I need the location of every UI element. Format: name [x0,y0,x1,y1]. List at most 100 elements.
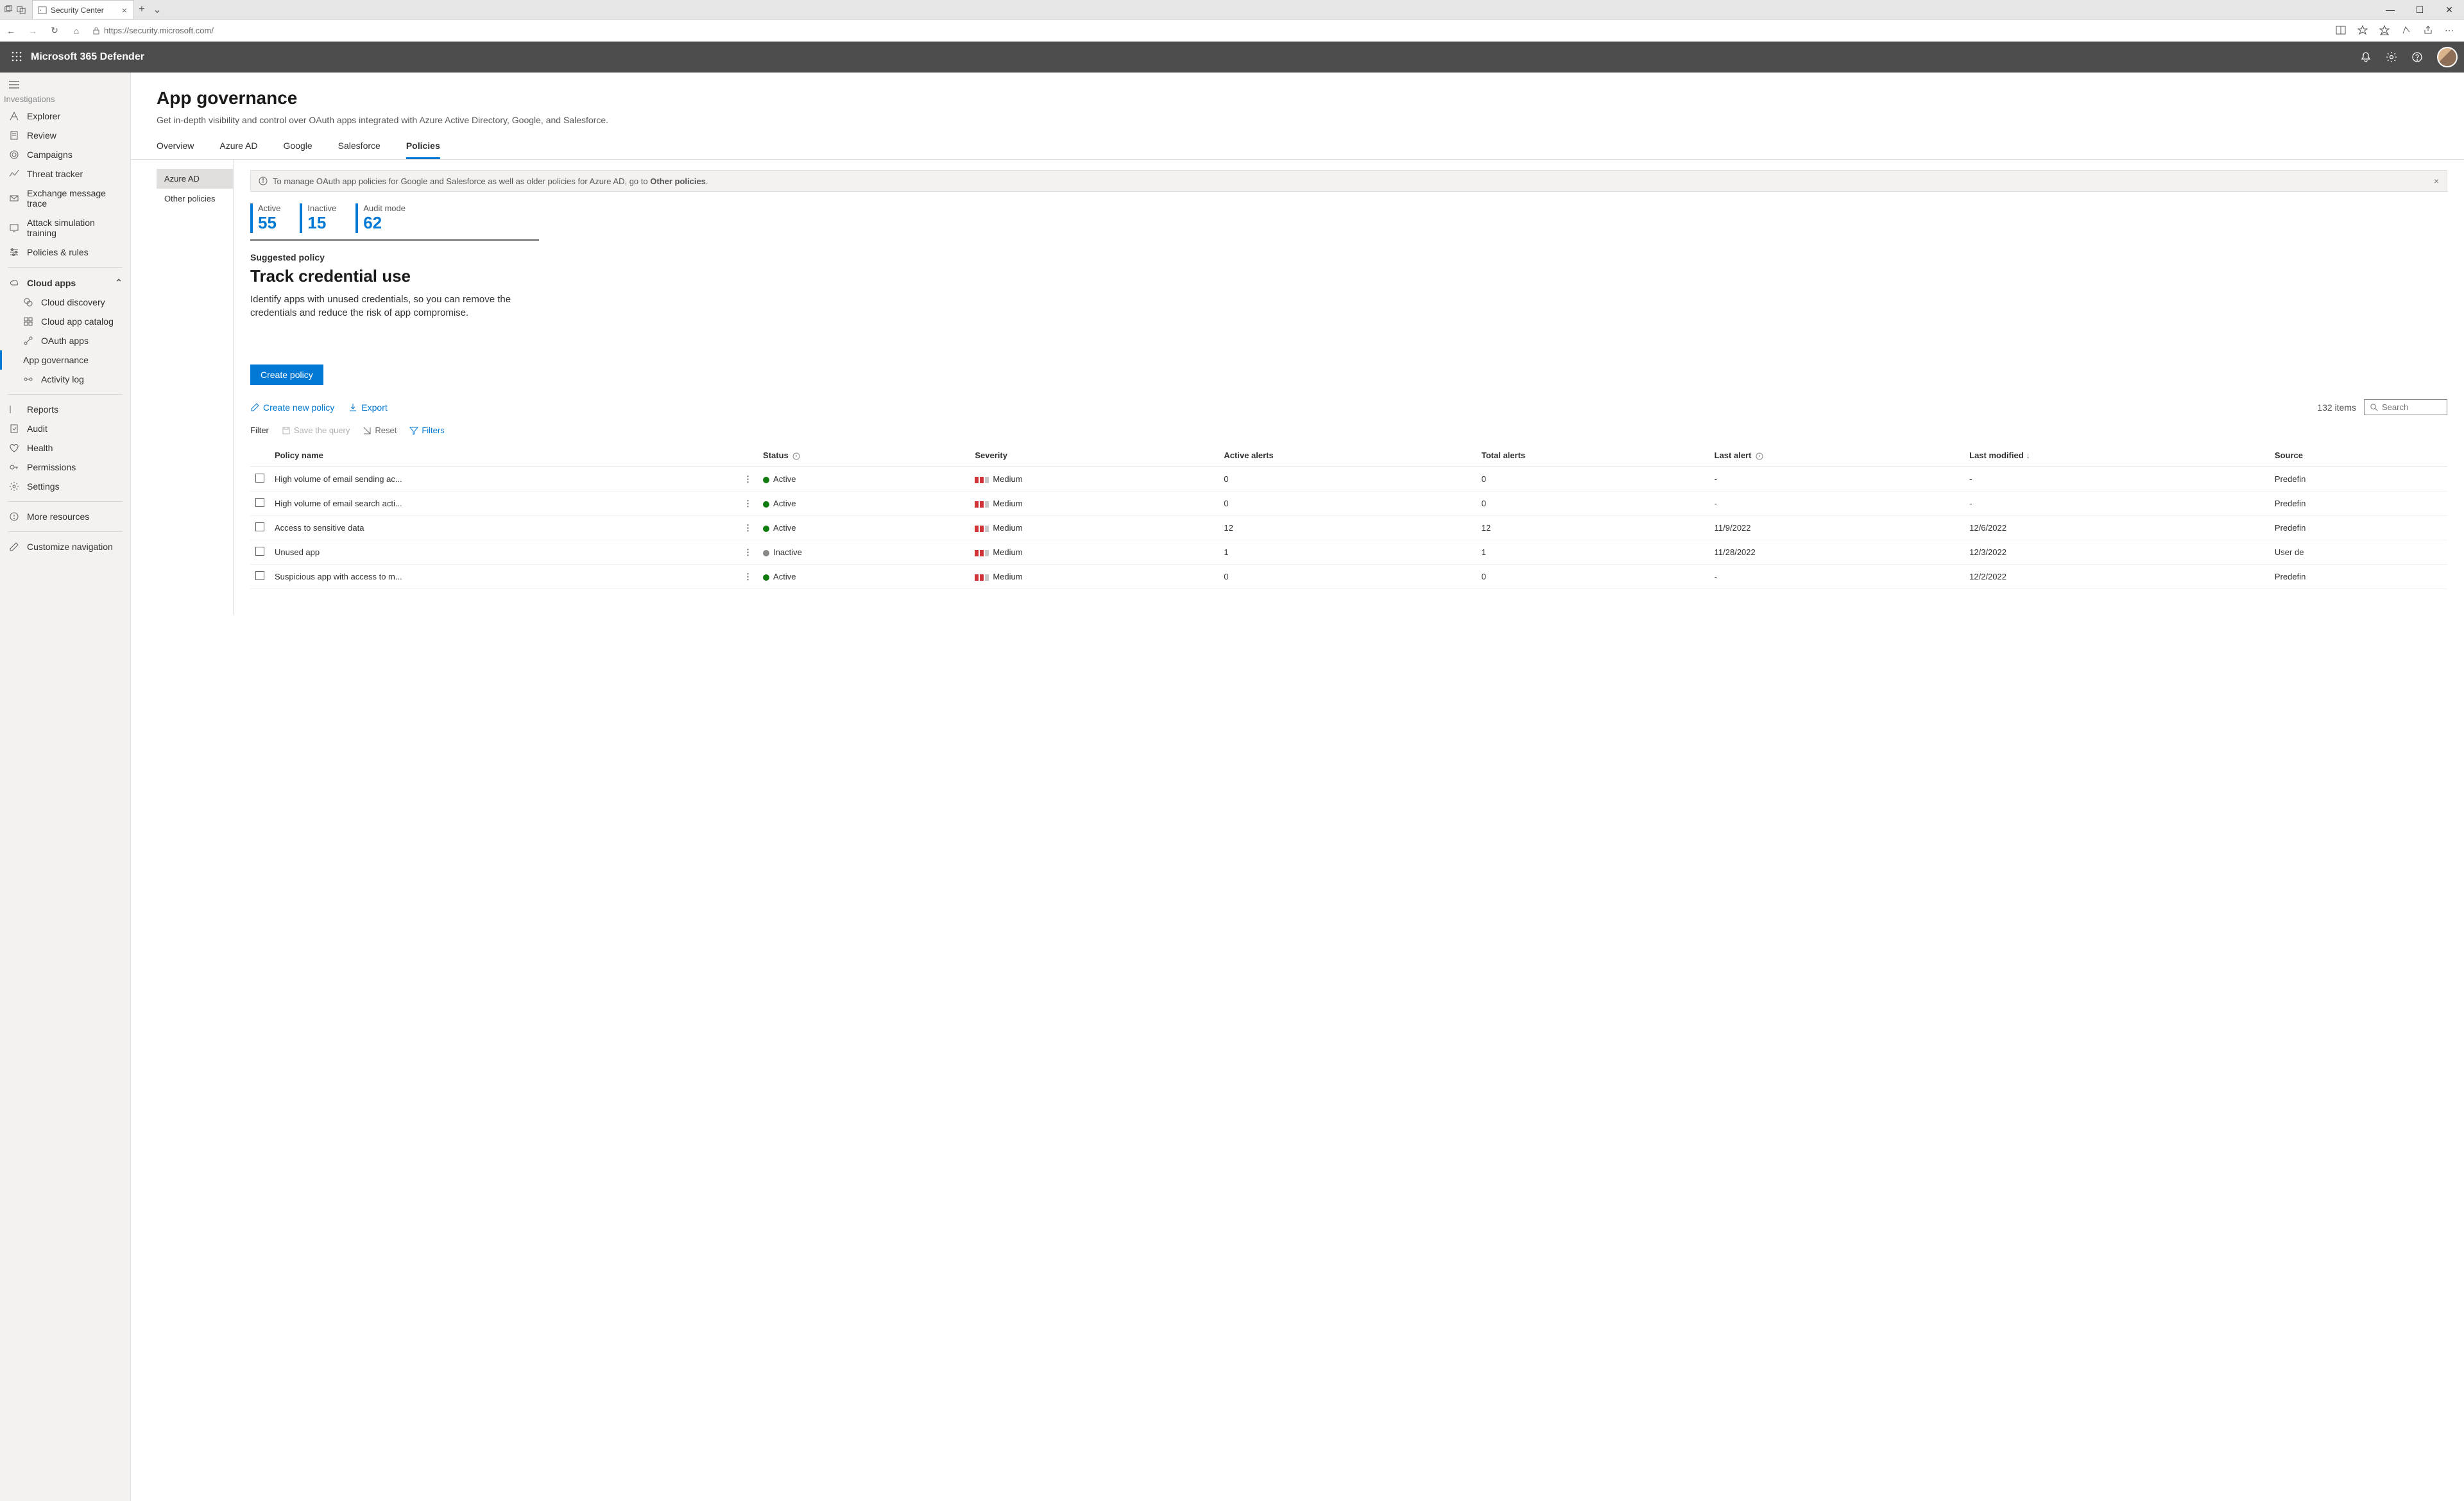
reading-view-icon[interactable] [2336,25,2346,35]
favorites-list-icon[interactable] [2379,25,2390,35]
stat-inactive[interactable]: Inactive15 [300,203,336,233]
col-source[interactable]: Source [2270,444,2447,467]
cell-severity: Medium [970,516,1219,540]
subnav-azure-ad[interactable]: Azure AD [157,169,233,189]
sidebar-item-review[interactable]: Review [0,126,130,145]
suggested-desc: Identify apps with unused credentials, s… [250,293,533,320]
tabs-dropdown-icon[interactable]: ⌄ [150,3,165,16]
sidebar-item-app-governance[interactable]: App governance [0,350,130,370]
sidebar-item-health[interactable]: Health [0,438,130,458]
window-tab-icons[interactable] [0,5,30,14]
row-checkbox[interactable] [255,498,264,507]
browser-tab[interactable]: Security Center × [32,0,134,19]
info-close-icon[interactable]: × [2434,176,2439,186]
share-icon[interactable] [2423,25,2433,35]
back-button[interactable]: ← [0,26,22,36]
row-checkbox[interactable] [255,474,264,483]
table-row[interactable]: Suspicious app with access to m...⋮Activ… [250,565,2447,589]
tab-overview[interactable]: Overview [157,141,194,159]
col-last-alert[interactable]: Last alert [1709,444,1965,467]
tab-policies[interactable]: Policies [406,141,440,159]
cell-status: Active [758,565,970,589]
row-actions-icon[interactable]: ⋮ [744,523,753,533]
row-actions-icon[interactable]: ⋮ [744,499,753,508]
filters-button[interactable]: Filters [409,425,444,435]
sidebar-item-reports[interactable]: Reports [0,400,130,419]
create-policy-button[interactable]: Create policy [250,365,323,385]
lock-icon [92,27,100,35]
cell-policy-name: Unused app [270,540,739,565]
sidebar-item-customize[interactable]: Customize navigation [0,537,130,556]
table-row[interactable]: High volume of email search acti...⋮Acti… [250,492,2447,516]
table-row[interactable]: High volume of email sending ac...⋮Activ… [250,467,2447,492]
window-minimize-button[interactable]: — [2375,4,2405,15]
row-actions-icon[interactable]: ⋮ [744,474,753,484]
sidebar-item-exchange-trace[interactable]: Exchange message trace [0,184,130,213]
sidebar-item-oauth-apps[interactable]: OAuth apps [0,331,130,350]
sidebar-toggle[interactable] [0,76,130,94]
cell-source: Predefin [2270,467,2447,492]
sidebar-item-campaigns[interactable]: Campaigns [0,145,130,164]
more-icon[interactable]: ⋯ [2445,25,2455,36]
tab-title: Security Center [51,6,104,15]
col-severity[interactable]: Severity [970,444,1219,467]
address-bar[interactable]: https://security.microsoft.com/ [87,26,2327,35]
subnav-other-policies[interactable]: Other policies [157,189,233,209]
stat-audit[interactable]: Audit mode62 [355,203,406,233]
sidebar-item-more-resources[interactable]: More resources [0,507,130,526]
search-box[interactable] [2364,399,2447,415]
sidebar-item-permissions[interactable]: Permissions [0,458,130,477]
app-launcher-icon[interactable] [6,51,27,64]
tab-close-icon[interactable]: × [122,5,127,15]
col-policy-name[interactable]: Policy name [270,444,739,467]
col-last-modified[interactable]: Last modified ↓ [1964,444,2270,467]
sidebar-item-truncated[interactable]: Investigations [0,94,130,107]
sidebar-item-settings[interactable]: Settings [0,477,130,496]
col-active-alerts[interactable]: Active alerts [1219,444,1476,467]
export-link[interactable]: Export [348,402,387,413]
cell-status: Active [758,467,970,492]
cell-total-alerts: 0 [1476,492,1709,516]
table-row[interactable]: Access to sensitive data⋮ActiveMedium121… [250,516,2447,540]
new-tab-button[interactable]: + [134,4,150,15]
row-checkbox[interactable] [255,522,264,531]
help-icon[interactable] [2411,51,2423,63]
create-new-policy-link[interactable]: Create new policy [250,402,334,413]
col-status[interactable]: Status [758,444,970,467]
refresh-button[interactable]: ↻ [44,25,65,36]
home-button[interactable]: ⌂ [65,26,87,36]
tab-azure-ad[interactable]: Azure AD [219,141,257,159]
window-maximize-button[interactable]: ☐ [2405,4,2434,15]
reset-button[interactable]: Reset [363,425,397,435]
row-checkbox[interactable] [255,547,264,556]
cell-active-alerts: 0 [1219,467,1476,492]
col-total-alerts[interactable]: Total alerts [1476,444,1709,467]
settings-icon[interactable] [2386,51,2397,63]
sidebar-item-audit[interactable]: Audit [0,419,130,438]
sidebar-item-activity-log[interactable]: Activity log [0,370,130,389]
sidebar-item-attack-sim[interactable]: Attack simulation training [0,213,130,243]
sidebar-item-threat-tracker[interactable]: Threat tracker [0,164,130,184]
row-actions-icon[interactable]: ⋮ [744,547,753,557]
tab-salesforce[interactable]: Salesforce [338,141,381,159]
sidebar-group-cloud-apps[interactable]: Cloud apps⌃ [0,273,130,293]
collections-icon[interactable] [2401,25,2411,35]
browser-chrome: Security Center × + ⌄ — ☐ ✕ ← → ↻ ⌂ http… [0,0,2464,42]
row-checkbox[interactable] [255,571,264,580]
notifications-icon[interactable] [2360,51,2372,63]
search-input[interactable] [2382,402,2440,412]
sidebar-item-cloud-catalog[interactable]: Cloud app catalog [0,312,130,331]
app-header: Microsoft 365 Defender [0,42,2464,73]
row-actions-icon[interactable]: ⋮ [744,572,753,581]
table-row[interactable]: Unused app⋮InactiveMedium1111/28/202212/… [250,540,2447,565]
cell-active-alerts: 0 [1219,492,1476,516]
window-close-button[interactable]: ✕ [2434,4,2464,15]
tab-google[interactable]: Google [284,141,312,159]
sidebar-item-cloud-discovery[interactable]: Cloud discovery [0,293,130,312]
sidebar-item-policies-rules[interactable]: Policies & rules [0,243,130,262]
stat-active[interactable]: Active55 [250,203,280,233]
cell-total-alerts: 12 [1476,516,1709,540]
user-avatar[interactable] [2437,47,2458,67]
sidebar-item-explorer[interactable]: Explorer [0,107,130,126]
favorite-icon[interactable] [2357,25,2368,35]
